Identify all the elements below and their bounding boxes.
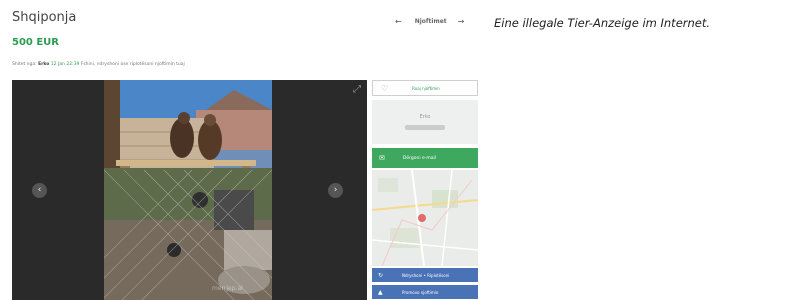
posted-actions-text[interactable]: Fshini, ndryshoni ose riplotësoni njofti… (81, 62, 185, 67)
seller-box: Erko (372, 100, 478, 144)
heart-icon: ♡ (381, 83, 389, 93)
map-illustration (372, 170, 478, 266)
next-photo-button[interactable]: › (328, 183, 343, 198)
listings-nav-label[interactable]: Njoftimet (415, 18, 447, 25)
listing-photo (104, 80, 272, 300)
listing-price: 500 EUR (12, 37, 60, 48)
listing-sidebar: ♡ Ruaj njoftimin Erko ✉ Dërgoni e-mail ↻… (372, 80, 478, 300)
chevron-right-icon: › (333, 185, 338, 195)
seller-name[interactable]: Erko (38, 62, 49, 67)
envelope-icon: ✉ (379, 154, 385, 162)
seller-box-name: Erko (419, 114, 431, 120)
image-caption: Eine illegale Tier-Anzeige im Internet. (494, 16, 711, 30)
refresh-icon: ↻ (378, 271, 384, 279)
listings-nav: ← Njoftimet → (395, 12, 481, 30)
listing-title: Shqiponja (12, 10, 77, 25)
seller-phone-hidden (405, 125, 445, 130)
send-email-label: Dërgoni e-mail (402, 155, 437, 161)
save-listing-button[interactable]: ♡ Ruaj njoftimin (372, 80, 478, 96)
edit-renew-button[interactable]: ↻ Ndryshoni • Riplotësoni (372, 268, 478, 282)
edit-renew-label: Ndryshoni • Riplotësoni (402, 272, 450, 278)
arrow-right-icon[interactable]: → (458, 17, 465, 26)
posted-prefix: Shitet nga: (12, 62, 37, 67)
expand-icon[interactable]: ⤢ (353, 84, 361, 95)
photo-viewer: ⤢ ‹ › merrjep.al (12, 80, 367, 300)
listing-screenshot: Shqiponja 500 EUR ← Njoftimet → Shitet n… (0, 0, 483, 300)
promote-listing-label: Promovo njoftimin (402, 289, 439, 295)
posted-info: Shitet nga: Erko 12 Jan 22:39 Fshini, nd… (12, 62, 185, 67)
previous-photo-button[interactable]: ‹ (32, 183, 47, 198)
send-email-button[interactable]: ✉ Dërgoni e-mail (372, 148, 478, 168)
eagles-photo-illustration (104, 80, 272, 300)
posted-date: 12 Jan 22:39 (50, 62, 80, 67)
chevron-left-icon: ‹ (37, 185, 42, 195)
arrow-up-icon: ▲ (378, 288, 383, 296)
arrow-left-icon[interactable]: ← (395, 17, 402, 26)
promote-listing-button[interactable]: ▲ Promovo njoftimin (372, 285, 478, 299)
save-listing-label: Ruaj njoftimin (412, 85, 440, 91)
location-map[interactable] (372, 170, 478, 266)
photo-watermark: merrjep.al (212, 285, 243, 292)
